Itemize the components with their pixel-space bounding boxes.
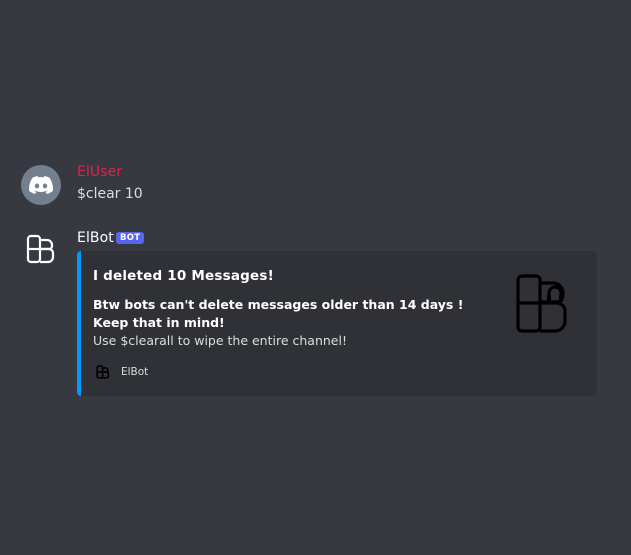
embed-title: I deleted 10 Messages! [93,268,274,284]
bot-tag-badge: BOT [116,232,145,244]
embed-description-bold: Btw bots can't delete messages older tha… [93,297,464,330]
embed-thumbnail[interactable] [509,269,579,339]
bot-username[interactable]: ElBot [77,229,114,247]
embed-accent-bar [77,251,81,396]
chat-view: ElUser $clear 10 ElBot BOT I deleted 10 … [0,0,631,555]
discord-logo-icon [29,176,53,194]
embed-footer-text: ElBot [121,366,149,378]
embed-description: Btw bots can't delete messages older tha… [93,296,485,350]
message-user: ElUser $clear 10 [0,161,631,211]
elbot-headphones-logo-icon [516,274,567,333]
user-message-content: $clear 10 [77,186,143,202]
user-username[interactable]: ElUser [77,163,122,181]
bot-embed: I deleted 10 Messages! Btw bots can't de… [77,251,597,396]
user-avatar[interactable] [21,165,61,205]
elbot-logo-icon [26,234,55,264]
embed-description-text: Use $clearall to wipe the entire channel… [93,333,347,348]
elbot-logo-icon [96,365,110,379]
embed-footer: ElBot [93,362,148,382]
footer-icon [93,362,113,382]
message-bot: ElBot BOT I deleted 10 Messages! Btw bot… [0,226,631,406]
bot-avatar[interactable] [21,229,61,269]
